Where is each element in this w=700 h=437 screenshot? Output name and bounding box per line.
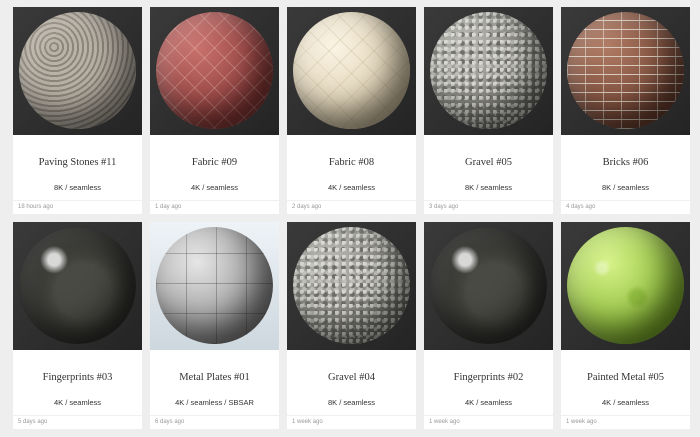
material-thumbnail[interactable] <box>150 7 279 135</box>
material-thumbnail[interactable] <box>287 222 416 350</box>
material-name[interactable]: Painted Metal #05 <box>561 372 690 383</box>
material-thumbnail[interactable] <box>424 222 553 350</box>
material-name[interactable]: Fingerprints #03 <box>13 372 142 383</box>
material-card[interactable]: Paving Stones #11 8K / seamless 18 hours… <box>13 7 142 214</box>
material-thumbnail[interactable] <box>287 7 416 135</box>
card-divider <box>150 200 279 201</box>
card-divider <box>150 415 279 416</box>
material-resolution: 4K / seamless / SBSAR <box>175 398 254 407</box>
material-resolution: 4K / seamless <box>190 183 239 192</box>
material-card[interactable]: Fingerprints #02 4K / seamless 1 week ag… <box>424 222 553 429</box>
card-divider <box>287 200 416 201</box>
material-card[interactable]: Fingerprints #03 4K / seamless 5 days ag… <box>13 222 142 429</box>
material-resolution: 4K / seamless <box>464 398 513 407</box>
fingerprints-sphere <box>430 227 547 344</box>
material-age: 1 week ago <box>292 419 323 425</box>
gravel-sphere <box>293 227 410 344</box>
metal-plates-sphere <box>156 227 273 344</box>
material-resolution: 4K / seamless <box>53 398 102 407</box>
material-grid: Paving Stones #11 8K / seamless 18 hours… <box>13 7 690 429</box>
material-thumbnail[interactable] <box>13 222 142 350</box>
material-name[interactable]: Gravel #04 <box>287 372 416 383</box>
card-divider <box>13 200 142 201</box>
fabric-sphere <box>293 12 410 129</box>
material-thumbnail[interactable] <box>561 7 690 135</box>
material-thumbnail[interactable] <box>424 7 553 135</box>
material-age: 1 week ago <box>429 419 460 425</box>
material-name[interactable]: Gravel #05 <box>424 157 553 168</box>
material-age: 2 days ago <box>292 204 322 210</box>
material-thumbnail[interactable] <box>13 7 142 135</box>
material-age: 1 week ago <box>566 419 597 425</box>
card-divider <box>561 415 690 416</box>
material-card[interactable]: Fabric #08 4K / seamless 2 days ago <box>287 7 416 214</box>
card-divider <box>287 415 416 416</box>
material-card[interactable]: Gravel #05 8K / seamless 3 days ago <box>424 7 553 214</box>
material-card[interactable]: Painted Metal #05 4K / seamless 1 week a… <box>561 222 690 429</box>
material-resolution: 8K / seamless <box>464 183 513 192</box>
painted-metal-sphere <box>567 227 684 344</box>
material-resolution: 4K / seamless <box>601 398 650 407</box>
material-name[interactable]: Bricks #06 <box>561 157 690 168</box>
material-name[interactable]: Fabric #09 <box>150 157 279 168</box>
material-resolution: 8K / seamless <box>601 183 650 192</box>
fabric-sphere <box>156 12 273 129</box>
material-card[interactable]: Bricks #06 8K / seamless 4 days ago <box>561 7 690 214</box>
material-name[interactable]: Fabric #08 <box>287 157 416 168</box>
material-name[interactable]: Paving Stones #11 <box>13 157 142 168</box>
material-card[interactable]: Fabric #09 4K / seamless 1 day ago <box>150 7 279 214</box>
material-age: 5 days ago <box>18 419 48 425</box>
material-resolution: 8K / seamless <box>53 183 102 192</box>
material-resolution: 4K / seamless <box>327 183 376 192</box>
card-divider <box>424 200 553 201</box>
material-card[interactable]: Metal Plates #01 4K / seamless / SBSAR 6… <box>150 222 279 429</box>
material-name[interactable]: Metal Plates #01 <box>150 372 279 383</box>
fingerprints-sphere <box>19 227 136 344</box>
material-thumbnail[interactable] <box>561 222 690 350</box>
material-card[interactable]: Gravel #04 8K / seamless 1 week ago <box>287 222 416 429</box>
paving-stones-sphere <box>19 12 136 129</box>
material-age: 1 day ago <box>155 204 182 210</box>
material-resolution: 8K / seamless <box>327 398 376 407</box>
bricks-sphere <box>567 12 684 129</box>
material-name[interactable]: Fingerprints #02 <box>424 372 553 383</box>
card-divider <box>13 415 142 416</box>
material-age: 3 days ago <box>429 204 459 210</box>
material-age: 4 days ago <box>566 204 596 210</box>
card-divider <box>424 415 553 416</box>
gravel-sphere <box>430 12 547 129</box>
card-divider <box>561 200 690 201</box>
material-age: 6 days ago <box>155 419 185 425</box>
material-age: 18 hours ago <box>18 204 54 210</box>
material-thumbnail[interactable] <box>150 222 279 350</box>
